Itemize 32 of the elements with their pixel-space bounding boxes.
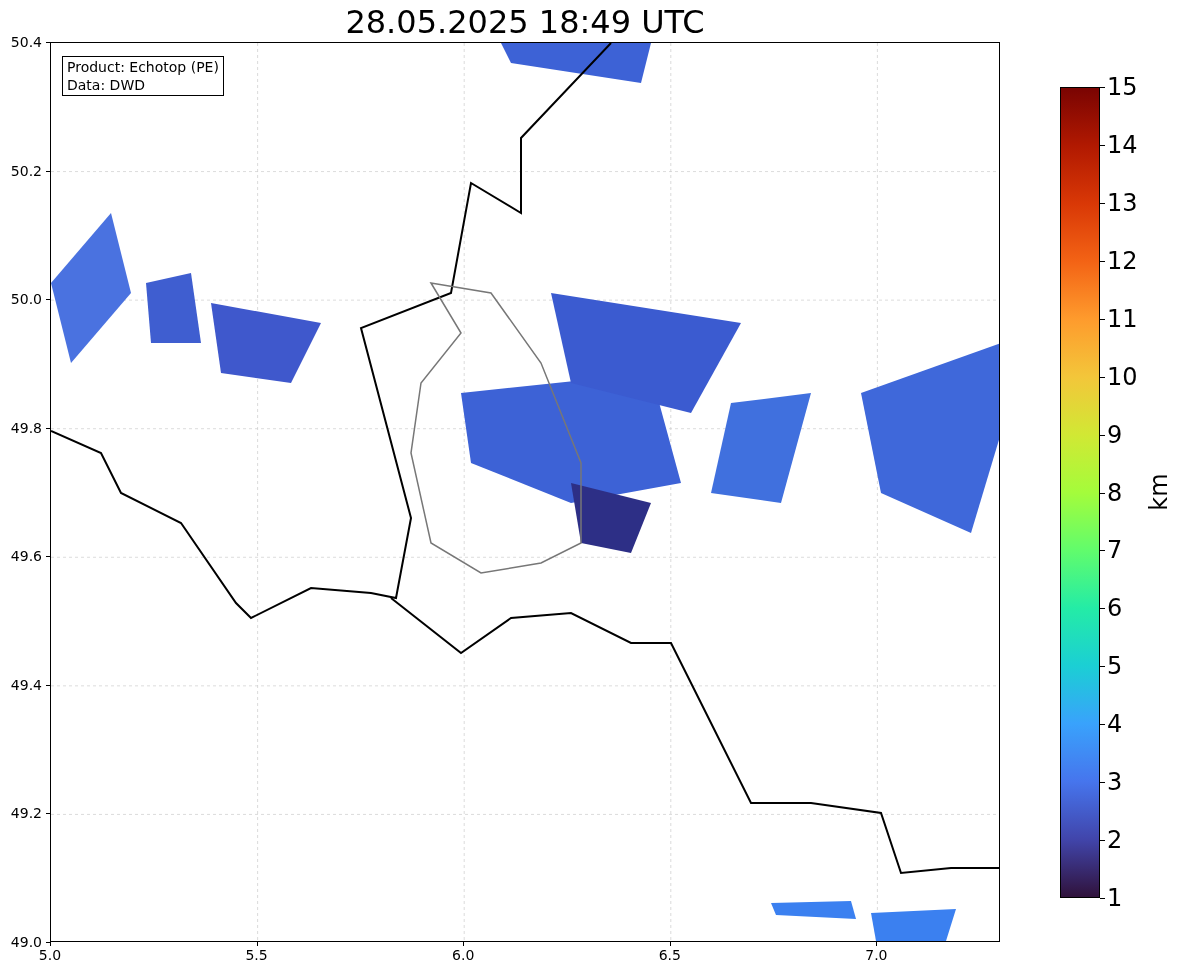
legend-text: Data: DWD [67,76,146,94]
colorbar-tick-label: 5 [1107,652,1123,681]
axis-tick-label: 49.0 [10,934,42,950]
colorbar-tick-label: 12 [1107,246,1138,275]
axis-tick-label: 49.2 [10,805,42,822]
colorbar-tick-label: 4 [1107,710,1123,739]
axis-tick-label: 49.6 [10,548,42,565]
axis-tick-label: 50.0 [10,291,42,308]
colorbar-tick-label: 11 [1107,304,1138,333]
colorbar-tick-label: 13 [1107,188,1138,217]
chart-title: 28.05.2025 18:49 UTC [345,3,705,41]
axis-tick-label: 7.0 [864,947,889,963]
axis-tick-label: 6.0 [451,947,476,963]
colorbar-tick-label: 1 [1107,884,1123,912]
axis-tick-label: 5.5 [244,947,269,963]
colorbar-tick-label: 10 [1107,362,1138,391]
colorbar-tick-label: 15 [1107,73,1138,101]
colorbar-tick-label: 6 [1107,594,1123,623]
axis-tick-label: 50.4 [10,34,42,50]
colorbar-tick-label: 3 [1107,768,1123,797]
colorbar-tick-label: 2 [1107,826,1123,855]
axis-tick-label: 6.5 [657,947,682,963]
colorbar-tick-label: 8 [1107,478,1123,507]
colorbar-tick-label: 9 [1107,420,1123,449]
colorbar-tick-label: 14 [1107,130,1138,159]
axis-tick-label: 50.2 [10,162,42,179]
legend-text: Product: Echotop (PE) [67,58,219,76]
colorbar-label: km [1144,473,1173,511]
axis-tick-label: 5.0 [37,947,63,963]
axis-tick-label: 49.8 [10,419,42,436]
axis-tick-label: 49.4 [10,676,42,693]
colorbar-tick-label: 7 [1107,536,1123,565]
